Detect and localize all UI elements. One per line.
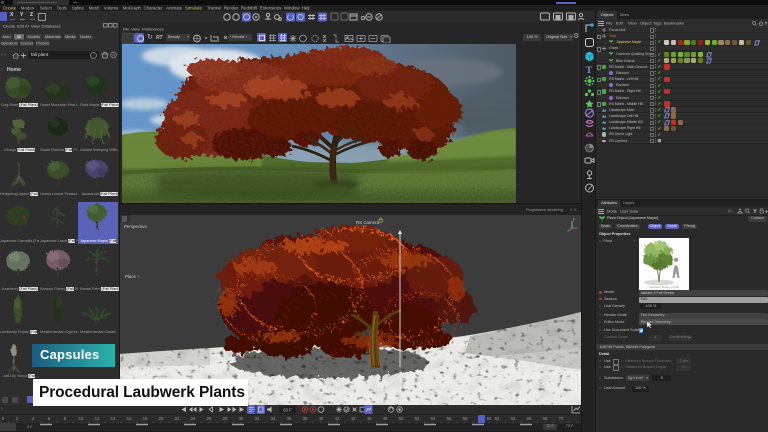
svg-text:38: 38: [303, 416, 308, 421]
svg-text:View: View: [628, 20, 637, 25]
svg-text:y: y: [573, 217, 575, 221]
svg-text:28: 28: [223, 416, 228, 421]
svg-text:Preferences: Preferences: [142, 26, 164, 31]
svg-text:68: 68: [543, 416, 548, 421]
svg-text:18: 18: [143, 416, 148, 421]
svg-text:2: 2: [16, 416, 19, 421]
svg-text:48: 48: [383, 416, 388, 421]
svg-text:50: 50: [399, 416, 404, 421]
svg-text:60 F: 60 F: [283, 407, 292, 412]
svg-text:58: 58: [463, 416, 468, 421]
svg-text:44: 44: [351, 416, 356, 421]
svg-text:Create: Create: [3, 6, 17, 11]
svg-text:Tracker: Tracker: [207, 6, 222, 11]
svg-text:Character: Character: [144, 6, 164, 11]
svg-text:Select: Select: [40, 6, 53, 11]
svg-text:46: 46: [367, 416, 372, 421]
svg-text:Modes: Modes: [21, 6, 35, 11]
svg-text:MoGraph: MoGraph: [123, 6, 142, 11]
svg-text:Bookmarks: Bookmarks: [664, 20, 684, 25]
svg-text:4: 4: [32, 416, 35, 421]
svg-text:24: 24: [191, 416, 196, 421]
svg-text:Help: Help: [302, 6, 310, 11]
svg-text:Edit: Edit: [616, 20, 624, 25]
svg-text:36: 36: [287, 416, 292, 421]
svg-text:30: 30: [239, 416, 244, 421]
svg-text:Object: Object: [640, 20, 652, 25]
svg-text:32: 32: [255, 416, 260, 421]
svg-text:54: 54: [431, 416, 436, 421]
svg-text:T: T: [586, 65, 592, 75]
svg-text:66: 66: [527, 416, 532, 421]
svg-text:62: 62: [495, 416, 500, 421]
svg-text:42: 42: [335, 416, 340, 421]
svg-text:60.0 fps : 1000 %: 60.0 fps : 1000 %: [545, 399, 574, 403]
svg-text:Mesh: Mesh: [89, 6, 100, 11]
svg-text:Simulate: Simulate: [185, 6, 203, 11]
svg-text:56: 56: [447, 416, 452, 421]
svg-text:Tools: Tools: [57, 6, 68, 11]
svg-text:60: 60: [487, 416, 492, 421]
svg-text:Volume: Volume: [104, 6, 119, 11]
svg-text:Place: Place: [125, 274, 137, 279]
svg-text:Window: Window: [284, 6, 300, 11]
svg-text:34: 34: [271, 416, 276, 421]
svg-text:6: 6: [48, 416, 51, 421]
svg-text:✎: ✎: [137, 274, 140, 279]
svg-text:14: 14: [111, 416, 116, 421]
svg-text:40: 40: [319, 416, 324, 421]
svg-text:12: 12: [95, 416, 100, 421]
svg-text:Tags: Tags: [653, 20, 661, 25]
svg-text:Render: Render: [224, 6, 239, 11]
svg-text:0: 0: [2, 416, 5, 421]
svg-text:Mode: Mode: [607, 208, 618, 213]
svg-text:22: 22: [175, 416, 180, 421]
svg-text:52: 52: [415, 416, 420, 421]
svg-text:8: 8: [64, 416, 67, 421]
svg-text:26: 26: [207, 416, 212, 421]
svg-text:64: 64: [511, 416, 516, 421]
svg-text:Perspective: Perspective: [124, 224, 147, 229]
svg-text:View: View: [131, 26, 140, 31]
svg-text:70: 70: [559, 416, 564, 421]
svg-text:Redshift: Redshift: [241, 6, 258, 11]
svg-text:10: 10: [79, 416, 84, 421]
svg-text:User Data: User Data: [620, 208, 639, 213]
svg-text:File: File: [123, 26, 130, 31]
svg-text:RS Camera: RS Camera: [356, 220, 379, 225]
svg-text:File: File: [606, 20, 613, 25]
svg-text:20: 20: [159, 416, 164, 421]
svg-text:Spline: Spline: [72, 6, 85, 11]
svg-text:Animate: Animate: [166, 6, 183, 11]
svg-text:Japanese Maple 1 (Fall): Japanese Maple 1 (Fall): [649, 285, 679, 289]
svg-text:16: 16: [127, 416, 132, 421]
svg-text:Extensions: Extensions: [260, 6, 282, 11]
